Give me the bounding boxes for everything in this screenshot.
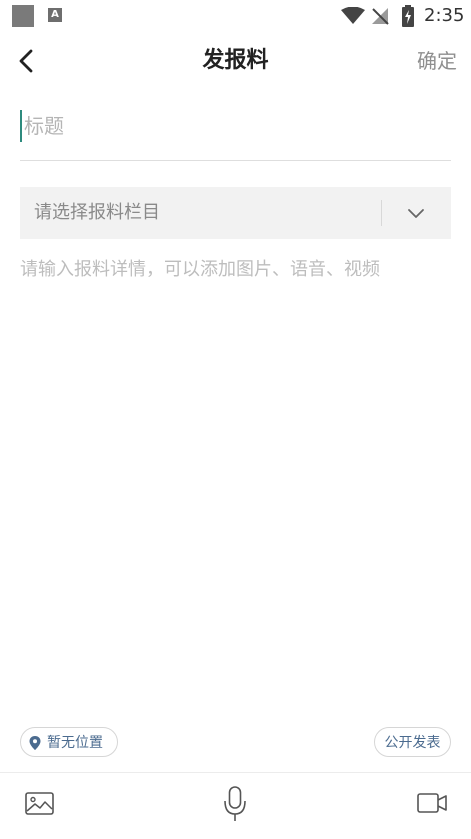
header-bar: 发报料 确定	[0, 34, 471, 88]
category-select[interactable]: 请选择报料栏目	[20, 187, 451, 239]
detail-textarea[interactable]: 请输入报料详情，可以添加图片、语音、视频	[20, 254, 451, 694]
no-signal-icon	[372, 8, 389, 25]
location-label: 暂无位置	[47, 735, 103, 751]
location-pin-icon	[29, 736, 41, 750]
title-placeholder: 标题	[24, 114, 64, 138]
video-camera-icon[interactable]	[417, 792, 447, 814]
image-icon[interactable]	[25, 792, 54, 815]
toolbar-divider	[0, 772, 471, 773]
location-button[interactable]: 暂无位置	[20, 727, 118, 757]
clock-time: 2:35	[424, 5, 465, 26]
status-bar: A 2:35	[0, 0, 471, 34]
category-placeholder: 请选择报料栏目	[34, 202, 160, 223]
select-divider	[381, 200, 382, 226]
microphone-icon[interactable]	[223, 786, 247, 822]
text-cursor	[20, 110, 22, 142]
chevron-down-icon[interactable]	[406, 203, 426, 223]
a-badge-icon: A	[48, 8, 62, 22]
page-title: 发报料	[202, 48, 269, 73]
public-publish-button[interactable]: 公开发表	[374, 727, 451, 757]
battery-charging-icon	[402, 5, 414, 27]
wifi-icon	[341, 7, 365, 24]
publish-label: 公开发表	[384, 735, 441, 751]
title-divider	[20, 160, 451, 161]
notification-square-icon	[12, 5, 34, 27]
detail-placeholder: 请输入报料详情，可以添加图片、语音、视频	[20, 259, 380, 280]
title-input[interactable]: 标题	[20, 106, 451, 146]
confirm-button[interactable]: 确定	[417, 46, 457, 76]
